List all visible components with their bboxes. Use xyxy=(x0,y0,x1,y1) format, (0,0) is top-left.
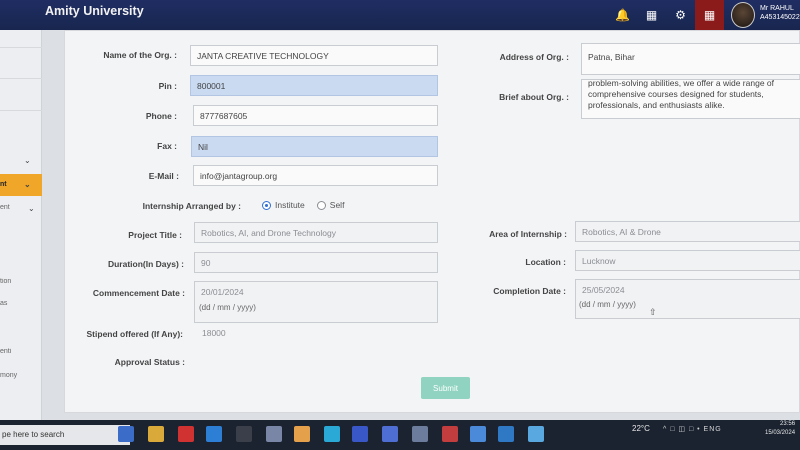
duration-label: Duration(In Days) : xyxy=(107,259,184,269)
address-field[interactable]: Patna, Bihar xyxy=(581,43,800,75)
phone-field[interactable]: 8777687605 xyxy=(193,105,438,126)
phone-label: Phone : xyxy=(145,111,177,121)
bell-icon[interactable]: 🔔 xyxy=(608,0,637,30)
vscode-icon[interactable] xyxy=(206,426,222,442)
weather-temperature[interactable]: 22°C xyxy=(632,424,650,433)
completion-date-hint: (dd / mm / yyyy) xyxy=(579,300,636,309)
edge-icon[interactable] xyxy=(324,426,340,442)
chevron-down-icon: ⌄ xyxy=(24,180,31,189)
project-title-field[interactable]: Robotics, AI, and Drone Technology xyxy=(194,222,438,243)
app-icon[interactable] xyxy=(528,426,544,442)
chevron-down-icon: ⌄ xyxy=(28,204,35,211)
pin-label: Pin : xyxy=(158,81,177,91)
app-icon[interactable] xyxy=(498,426,514,442)
fax-label: Fax : xyxy=(157,141,177,151)
completion-date-label: Completion Date : xyxy=(493,286,566,296)
app-icon[interactable] xyxy=(236,426,252,442)
avatar[interactable] xyxy=(731,2,755,28)
brief-field[interactable]: problem-solving abilities, we offer a wi… xyxy=(581,79,800,119)
submit-button[interactable]: Submit xyxy=(421,377,470,399)
app-icon[interactable] xyxy=(382,426,398,442)
sidebar-item[interactable]: as xyxy=(0,300,42,307)
radio-self-label: Self xyxy=(329,200,345,210)
email-field[interactable]: info@jantagroup.org xyxy=(193,165,438,186)
system-tray[interactable]: ^ □ ◫ □ • ENG xyxy=(663,425,722,433)
app-icon[interactable] xyxy=(412,426,428,442)
user-name: Mr RAHUL xyxy=(760,5,794,12)
project-title-label: Project Title : xyxy=(128,230,182,240)
user-info: Mr RAHUL A453145022 xyxy=(760,4,800,22)
radio-self[interactable] xyxy=(316,200,326,210)
internship-arranged-radios: Institute Self xyxy=(262,200,344,210)
widgets-icon[interactable] xyxy=(118,426,134,442)
commencement-date-field[interactable]: 20/01/2024 xyxy=(194,281,438,323)
fax-field[interactable]: Nil xyxy=(191,136,438,157)
file-explorer-icon[interactable] xyxy=(148,426,164,442)
taskbar-search[interactable]: pe here to search xyxy=(0,425,130,445)
commencement-date-label: Commencement Date : xyxy=(92,288,185,298)
book-icon[interactable]: ▦ xyxy=(637,0,666,30)
app-icon[interactable] xyxy=(266,426,282,442)
chrome-icon[interactable] xyxy=(294,426,310,442)
address-label: Address of Org. : xyxy=(499,52,569,62)
sidebar-item[interactable]: enti xyxy=(0,348,42,355)
app-icon[interactable] xyxy=(352,426,368,442)
calendar-icon[interactable]: ▦ xyxy=(695,0,724,30)
settings-icon[interactable]: ⚙ xyxy=(666,0,695,30)
clock-date: 15/03/2024 xyxy=(765,430,796,436)
brief-text: problem-solving abilities, we offer a wi… xyxy=(588,79,774,110)
clock-time: 23:56 xyxy=(780,421,796,427)
youtube-icon[interactable] xyxy=(178,426,194,442)
clock[interactable]: 23:56 15/03/2024 xyxy=(765,420,795,438)
email-label: E-Mail : xyxy=(148,171,179,181)
approval-status-label: Approval Status : xyxy=(114,357,185,367)
sidebar: ⌄ nt ⌄ ent ⌄ tion as enti mony xyxy=(0,30,42,420)
location-label: Location : xyxy=(525,257,566,267)
chevron-down-icon[interactable]: ⌄ xyxy=(24,156,31,165)
commencement-date-value: 20/01/2024 xyxy=(201,287,244,297)
commencement-date-hint: (dd / mm / yyyy) xyxy=(199,303,256,312)
app-icon[interactable] xyxy=(470,426,486,442)
sidebar-item-active[interactable]: nt ⌄ xyxy=(0,174,42,196)
brand-title: Amity University xyxy=(45,4,144,18)
completion-date-value: 25/05/2024 xyxy=(582,285,625,295)
app-icon[interactable] xyxy=(442,426,458,442)
sidebar-item[interactable]: tion xyxy=(0,278,42,285)
brief-label: Brief about Org. : xyxy=(499,92,569,102)
sidebar-item[interactable]: mony xyxy=(0,372,42,379)
taskbar: pe here to search 22°C ^ □ ◫ □ • ENG 23:… xyxy=(0,420,800,450)
org-name-label: Name of the Org. : xyxy=(103,50,177,60)
location-field[interactable]: Lucknow xyxy=(575,250,800,271)
user-id: A453145022 xyxy=(760,14,800,21)
org-name-field[interactable]: JANTA CREATIVE TECHNOLOGY xyxy=(190,45,438,66)
radio-institute-label: Institute xyxy=(275,200,305,210)
radio-institute[interactable] xyxy=(262,200,271,210)
top-bar: Amity University 🔔 ▦ ⚙ ▦ Mr RAHUL A45314… xyxy=(0,0,800,30)
language-indicator[interactable]: ENG xyxy=(704,426,722,433)
stipend-field[interactable]: 18000 xyxy=(202,328,226,338)
pin-field[interactable]: 800001 xyxy=(190,75,438,96)
area-field[interactable]: Robotics, AI & Drone xyxy=(575,221,800,242)
mouse-cursor-icon: ⇧ xyxy=(649,307,657,317)
area-label: Area of Internship : xyxy=(489,229,567,239)
internship-arranged-label: Internship Arranged by : xyxy=(142,201,241,211)
duration-field[interactable]: 90 xyxy=(194,252,438,273)
internship-form: Name of the Org. : JANTA CREATIVE TECHNO… xyxy=(64,30,800,413)
header-icons: 🔔 ▦ ⚙ ▦ xyxy=(608,0,724,30)
sidebar-item[interactable]: ent ⌄ xyxy=(0,204,42,211)
completion-date-field[interactable]: 25/05/2024 xyxy=(575,279,800,319)
stipend-label: Stipend offered (If Any): xyxy=(86,329,183,339)
